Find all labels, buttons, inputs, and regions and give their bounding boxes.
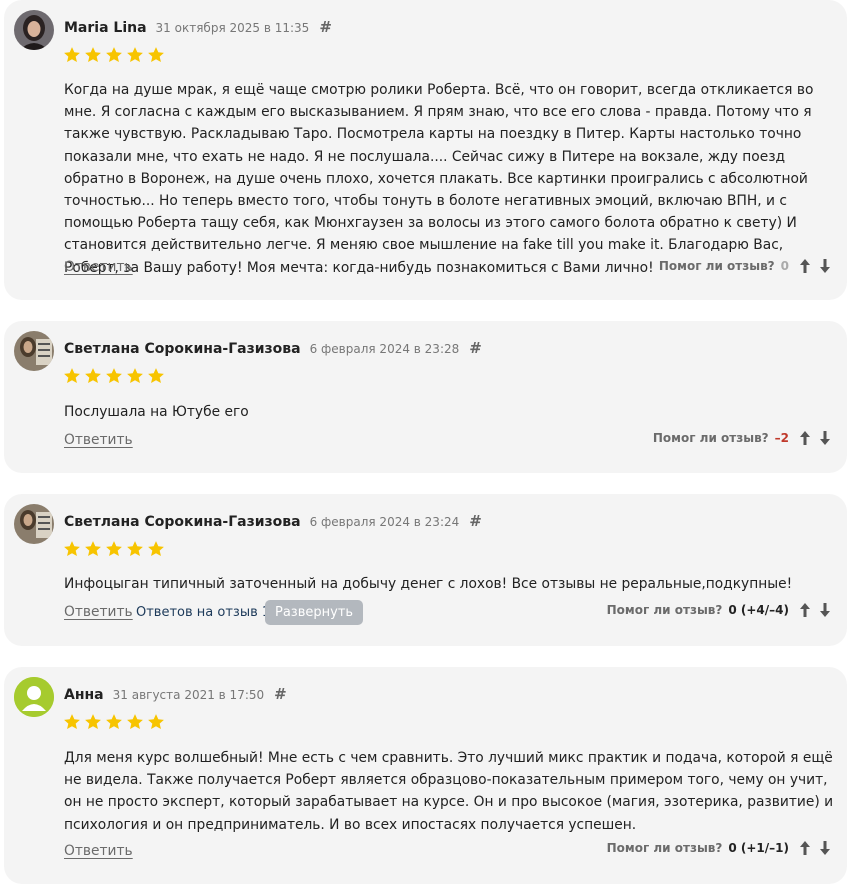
avatar[interactable] (14, 504, 54, 544)
review-text: Инфоцыган типичный заточенный на добычу … (64, 576, 793, 592)
review-text: Когда на душе мрак, я ещё чаще смотрю ро… (64, 82, 814, 276)
avatar[interactable] (14, 331, 54, 371)
star-icon (127, 47, 143, 63)
star-rating (63, 540, 165, 558)
star-rating (63, 46, 165, 64)
star-icon (106, 714, 122, 730)
review-date: 6 февраля 2024 в 23:28 (309, 342, 460, 356)
review-date: 31 октября 2025 в 11:35 (155, 21, 310, 35)
review-author[interactable]: Maria Lina (64, 20, 147, 36)
star-icon (148, 541, 164, 557)
star-icon (85, 714, 101, 730)
star-icon (127, 541, 143, 557)
permalink-hash[interactable]: # (274, 685, 287, 703)
arrow-up-icon[interactable] (797, 429, 813, 447)
star-icon (106, 368, 122, 384)
arrow-down-icon[interactable] (817, 429, 833, 447)
star-icon (85, 368, 101, 384)
permalink-hash[interactable]: # (469, 339, 482, 357)
helpful-score: 0 (+4/–4) (728, 603, 789, 617)
star-icon (127, 368, 143, 384)
review-text: Послушала на Ютубе его (64, 404, 249, 420)
helpful-score: –2 (774, 431, 789, 445)
avatar[interactable] (14, 10, 54, 50)
star-icon (106, 47, 122, 63)
helpful-score: 0 (780, 259, 789, 273)
permalink-hash[interactable]: # (319, 18, 332, 36)
star-icon (106, 541, 122, 557)
review-card: Светлана Сорокина-Газизова 6 февраля 202… (4, 494, 847, 646)
star-rating (63, 367, 165, 385)
star-icon (85, 541, 101, 557)
reply-link[interactable]: Ответить (64, 432, 133, 448)
helpful-label: Помог ли отзыв? (658, 259, 775, 273)
permalink-hash[interactable]: # (469, 512, 482, 530)
review-date: 6 февраля 2024 в 23:24 (309, 515, 460, 529)
helpful-label: Помог ли отзыв? (652, 431, 769, 445)
star-icon (148, 368, 164, 384)
review-card: Светлана Сорокина-Газизова 6 февраля 202… (4, 321, 847, 473)
arrow-down-icon[interactable] (817, 257, 833, 275)
star-icon (85, 47, 101, 63)
replies-count-link[interactable]: Ответов на отзыв 1 (136, 605, 270, 620)
star-rating (63, 713, 165, 731)
reply-link[interactable]: Ответить (64, 843, 133, 859)
arrow-up-icon[interactable] (797, 257, 813, 275)
star-icon (64, 47, 80, 63)
star-icon (64, 368, 80, 384)
review-author[interactable]: Анна (64, 687, 104, 703)
reply-link[interactable]: Ответить (64, 604, 133, 620)
star-icon (148, 714, 164, 730)
review-author[interactable]: Светлана Сорокина-Газизова (64, 341, 301, 357)
expand-button[interactable]: Развернуть (265, 600, 364, 625)
star-icon (64, 541, 80, 557)
star-icon (64, 714, 80, 730)
review-card: Maria Lina 31 октября 2025 в 11:35 # Ког… (4, 0, 847, 300)
review-card: Анна 31 августа 2021 в 17:50 # Для меня … (4, 667, 847, 884)
helpful-vote: Помог ли отзыв? 0 (+4/–4) (607, 601, 833, 619)
review-text: Для меня курс волшебный! Мне есть с чем … (64, 750, 834, 833)
helpful-vote: Помог ли отзыв? 0 (659, 257, 833, 275)
star-icon (127, 714, 143, 730)
helpful-vote: Помог ли отзыв? 0 (+1/–1) (607, 839, 833, 857)
arrow-up-icon[interactable] (797, 839, 813, 857)
arrow-down-icon[interactable] (817, 601, 833, 619)
star-icon (148, 47, 164, 63)
avatar[interactable] (14, 677, 54, 717)
helpful-label: Помог ли отзыв? (606, 603, 723, 617)
arrow-down-icon[interactable] (817, 839, 833, 857)
helpful-score: 0 (+1/–1) (728, 841, 789, 855)
helpful-vote: Помог ли отзыв? –2 (653, 429, 833, 447)
helpful-label: Помог ли отзыв? (606, 841, 723, 855)
review-author[interactable]: Светлана Сорокина-Газизова (64, 514, 301, 530)
review-date: 31 августа 2021 в 17:50 (112, 688, 265, 702)
arrow-up-icon[interactable] (797, 601, 813, 619)
reply-link[interactable]: Ответить (64, 259, 133, 275)
